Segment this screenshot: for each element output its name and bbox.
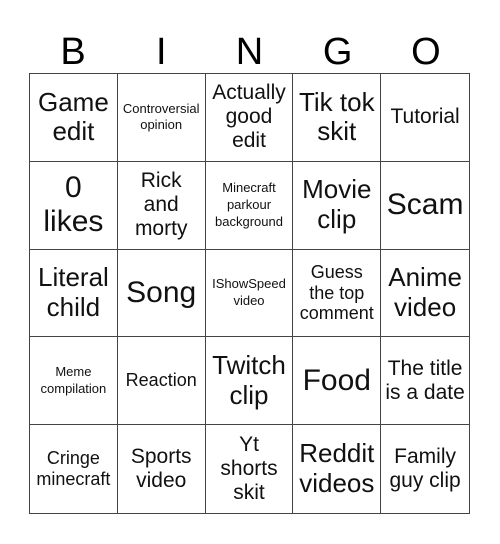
bingo-cell[interactable]: Reddit videos (293, 425, 382, 513)
header-letter-b: B (60, 31, 86, 73)
bingo-cell[interactable]: 0 likes (30, 161, 118, 250)
bingo-header: B I N G O (29, 30, 470, 74)
bingo-cell[interactable]: IShowSpeed video (205, 249, 294, 338)
bingo-cell[interactable]: Family guy clip (381, 425, 469, 513)
bingo-cell[interactable]: Cringe minecraft (30, 425, 118, 513)
header-letter-o: O (411, 31, 441, 73)
bingo-cell[interactable]: Game edit (30, 74, 118, 162)
bingo-cell[interactable]: Actually good edit (205, 74, 294, 162)
header-letter-n: N (235, 31, 264, 73)
bingo-cell[interactable]: Controversial opinion (117, 74, 206, 162)
bingo-grid: Game edit Controversial opinion Actually… (29, 73, 470, 514)
bingo-cell[interactable]: Food (293, 337, 382, 426)
bingo-cell[interactable]: Scam (381, 162, 469, 250)
bingo-cell[interactable]: Rick and morty (117, 161, 206, 250)
bingo-cell[interactable]: Tutorial (381, 74, 469, 162)
bingo-cell[interactable]: Sports video (118, 425, 206, 513)
header-letter-i: I (156, 31, 167, 73)
bingo-cell[interactable]: Movie clip (293, 161, 382, 250)
bingo-cell[interactable]: Song (117, 249, 206, 338)
bingo-cell[interactable]: Twitch clip (205, 337, 294, 426)
bingo-cell[interactable]: Literal child (30, 249, 118, 338)
bingo-cell[interactable]: Reaction (117, 337, 206, 426)
bingo-cell[interactable]: The title is a date (381, 337, 469, 426)
bingo-cell[interactable]: Tik tok skit (293, 74, 382, 162)
bingo-cell[interactable]: Guess the top comment (293, 249, 382, 338)
bingo-cell[interactable]: Minecraft parkour background (205, 161, 294, 250)
bingo-cell[interactable]: Anime video (381, 250, 469, 338)
header-letter-g: G (322, 31, 353, 73)
bingo-cell[interactable]: Meme compilation (30, 337, 118, 426)
bingo-cell[interactable]: Yt shorts skit (206, 425, 294, 513)
